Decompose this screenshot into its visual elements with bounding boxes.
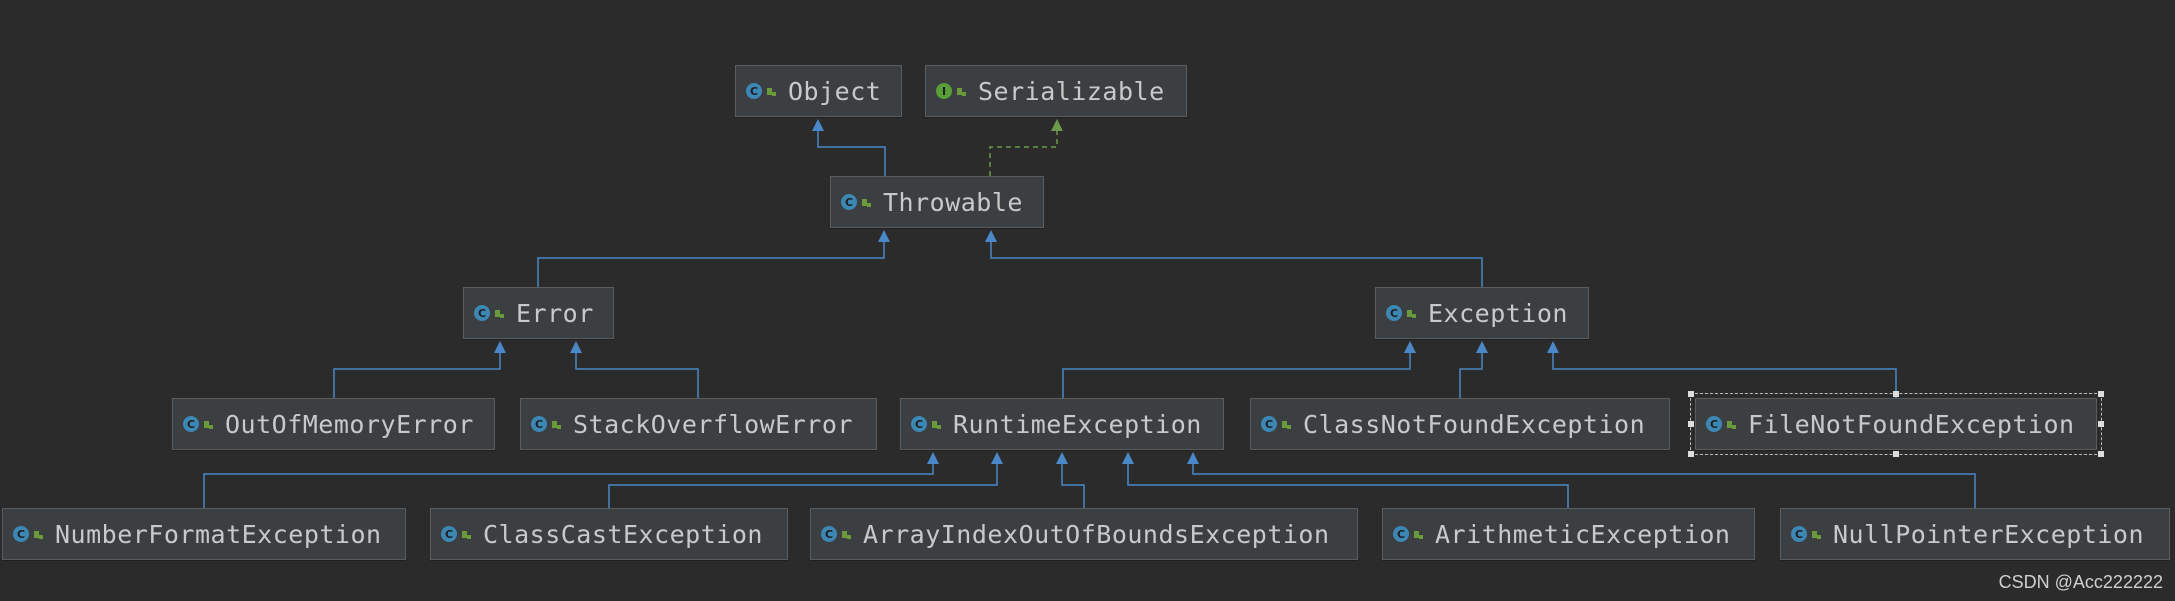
class-icon: C	[744, 81, 778, 101]
selection-handle[interactable]	[2098, 391, 2104, 397]
arrowhead	[494, 341, 506, 353]
class-icon: C	[1391, 524, 1425, 544]
svg-text:C: C	[1710, 418, 1718, 431]
class-node-label: Object	[788, 76, 882, 106]
svg-text:C: C	[1795, 528, 1803, 541]
class-node-label: StackOverflowError	[573, 409, 853, 439]
class-node-serializable[interactable]: I Serializable	[925, 65, 1187, 117]
class-node-label: ArithmeticException	[1435, 519, 1731, 549]
class-node-label: OutOfMemoryError	[225, 409, 474, 439]
class-icon: C	[181, 414, 215, 434]
svg-text:C: C	[1265, 418, 1273, 431]
selection-handle[interactable]	[2098, 421, 2104, 427]
edge-number-format-exception-to-runtime-exception	[203, 452, 939, 508]
svg-text:C: C	[1390, 307, 1398, 320]
arrowhead	[1051, 119, 1063, 131]
class-icon: C	[839, 192, 873, 212]
edge-runtime-exception-to-exception	[1062, 341, 1416, 398]
svg-text:C: C	[17, 528, 25, 541]
class-icon: C	[472, 303, 506, 323]
class-node-out-of-memory-error[interactable]: C OutOfMemoryError	[172, 398, 495, 450]
class-icon: C	[11, 524, 45, 544]
selection-handle[interactable]	[1893, 451, 1899, 457]
uml-diagram-canvas: C Object I Serializable C Throwable C Error C Exc…	[0, 0, 2175, 601]
class-icon: C	[439, 524, 473, 544]
edge-null-pointer-exception-to-runtime-exception	[1187, 452, 1976, 508]
arrowhead	[1547, 341, 1559, 353]
class-node-throwable[interactable]: C Throwable	[830, 176, 1044, 228]
class-node-runtime-exception[interactable]: C RuntimeException	[900, 398, 1224, 450]
edge-exception-to-throwable	[985, 230, 1483, 287]
arrowhead	[878, 230, 890, 242]
class-node-number-format-exception[interactable]: C NumberFormatException	[2, 508, 406, 560]
svg-text:C: C	[845, 196, 853, 209]
svg-text:C: C	[825, 528, 833, 541]
class-icon: C	[1789, 524, 1823, 544]
class-node-file-not-found-exception[interactable]: C FileNotFoundException	[1690, 393, 2102, 455]
svg-text:I: I	[942, 85, 946, 98]
class-node-stack-overflow-error[interactable]: C StackOverflowError	[520, 398, 877, 450]
class-node-label: Exception	[1428, 298, 1568, 328]
arrowhead	[812, 119, 824, 131]
selection-handle[interactable]	[2098, 451, 2104, 457]
arrowhead	[1122, 452, 1134, 464]
svg-text:C: C	[445, 528, 453, 541]
svg-text:C: C	[750, 85, 758, 98]
arrowhead	[1404, 341, 1416, 353]
class-node-label: ClassNotFoundException	[1303, 409, 1646, 439]
class-icon: C	[819, 524, 853, 544]
class-node-class-not-found-exception[interactable]: C ClassNotFoundException	[1250, 398, 1670, 450]
class-node-label: Error	[516, 298, 594, 328]
edge-error-to-throwable	[537, 230, 890, 287]
class-node-null-pointer-exception[interactable]: C NullPointerException	[1780, 508, 2170, 560]
class-node-arithmetic-exception[interactable]: C ArithmeticException	[1382, 508, 1755, 560]
arrowhead	[570, 341, 582, 353]
edge-class-cast-exception-to-runtime-exception	[608, 452, 1003, 508]
arrowhead	[1056, 452, 1068, 464]
class-node-label: RuntimeException	[953, 409, 1202, 439]
arrowhead	[927, 452, 939, 464]
selection-handle[interactable]	[1893, 391, 1899, 397]
class-node-label: NumberFormatException	[55, 519, 382, 549]
arrowhead	[1476, 341, 1488, 353]
class-node-class-cast-exception[interactable]: C ClassCastException	[430, 508, 788, 560]
class-node-error[interactable]: C Error	[463, 287, 614, 339]
interface-icon: I	[934, 81, 968, 101]
selection-handle[interactable]	[1688, 391, 1694, 397]
class-icon: C	[1384, 303, 1418, 323]
edge-array-index-out-of-bounds-exception-to-runtime-exception	[1056, 452, 1085, 508]
svg-text:C: C	[187, 418, 195, 431]
class-node-object[interactable]: C Object	[735, 65, 902, 117]
arrowhead	[985, 230, 997, 242]
svg-text:C: C	[535, 418, 543, 431]
arrowhead	[1187, 452, 1199, 464]
edge-throwable-to-object	[812, 119, 886, 176]
class-node-label: NullPointerException	[1833, 519, 2145, 549]
svg-text:C: C	[478, 307, 486, 320]
selection-handle[interactable]	[1688, 421, 1694, 427]
class-icon: C	[1704, 414, 1738, 434]
svg-text:C: C	[915, 418, 923, 431]
svg-text:C: C	[1397, 528, 1405, 541]
class-icon: C	[909, 414, 943, 434]
class-node-label: ArrayIndexOutOfBoundsException	[863, 519, 1330, 549]
class-node-label: FileNotFoundException	[1748, 409, 2075, 439]
class-node-label: ClassCastException	[483, 519, 763, 549]
watermark: CSDN @Acc222222	[1998, 572, 2163, 592]
arrowhead	[991, 452, 1003, 464]
edge-file-not-found-exception-to-exception	[1547, 341, 1897, 398]
class-icon: C	[1259, 414, 1293, 434]
class-node-exception[interactable]: C Exception	[1375, 287, 1589, 339]
class-node-label: Throwable	[883, 187, 1023, 217]
selection-handle[interactable]	[1688, 451, 1694, 457]
edge-class-not-found-exception-to-exception	[1459, 341, 1488, 398]
class-node-label: Serializable	[978, 76, 1165, 106]
edge-stack-overflow-error-to-error	[570, 341, 699, 398]
edge-out-of-memory-error-to-error	[333, 341, 506, 398]
edge-throwable-to-serializable	[989, 119, 1063, 176]
class-node-array-index-out-of-bounds-exception[interactable]: C ArrayIndexOutOfBoundsException	[810, 508, 1358, 560]
class-icon: C	[529, 414, 563, 434]
